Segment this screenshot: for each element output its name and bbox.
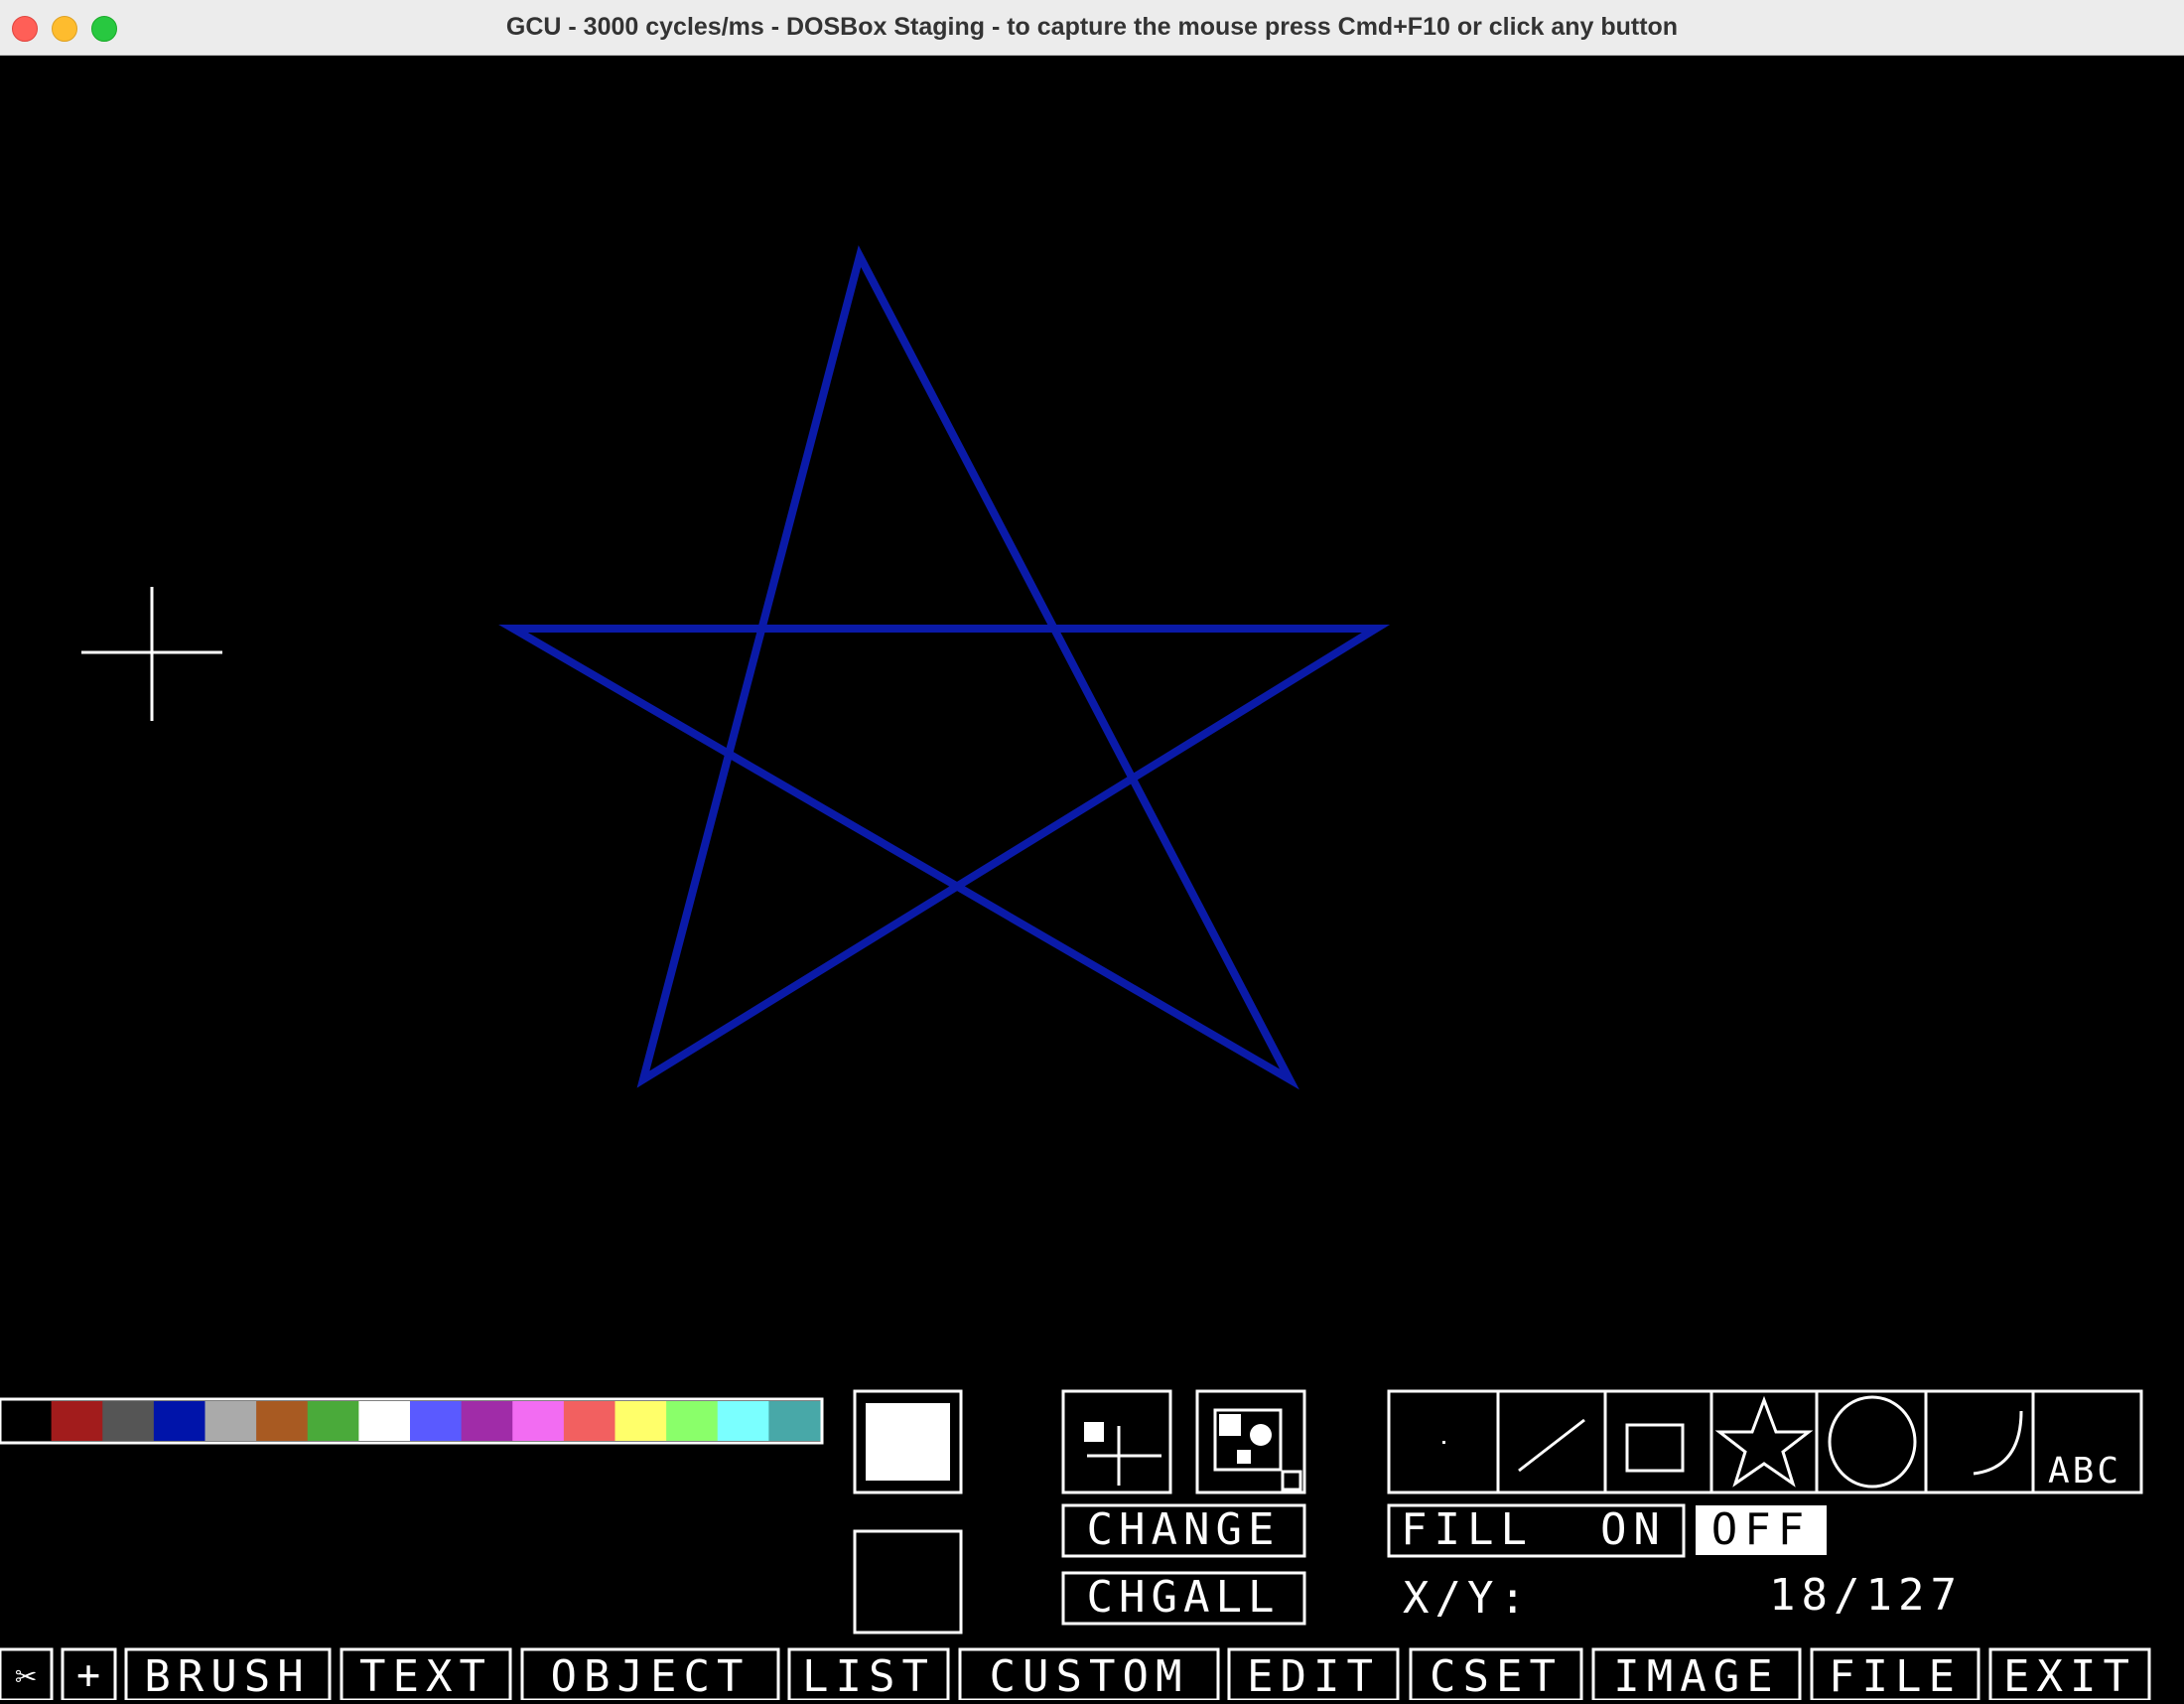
chgall-button-label: CHGALL [1087, 1572, 1281, 1623]
cursor-mode-button[interactable] [1061, 1389, 1172, 1494]
fill-on-label: FILL ON [1401, 1504, 1667, 1555]
palette-swatch[interactable] [614, 1401, 667, 1441]
menu-list-label: LIST [802, 1651, 935, 1700]
menu-plus-button[interactable]: + [61, 1647, 117, 1702]
coords-value: 18/127 [1769, 1570, 1963, 1621]
menu-brush[interactable]: BRUSH [124, 1647, 332, 1702]
palette-swatch[interactable] [51, 1401, 103, 1441]
plus-icon: + [76, 1652, 100, 1698]
palette-swatch[interactable] [512, 1401, 565, 1441]
coords-label: X/Y: [1403, 1573, 1532, 1624]
arc-tool[interactable] [1927, 1392, 2032, 1491]
menu-custom-label: CUSTOM [990, 1651, 1189, 1700]
background-color-indicator[interactable] [853, 1529, 963, 1634]
text-icon: ABC [2048, 1451, 2121, 1491]
shape-tools: ABC [1387, 1389, 2143, 1494]
palette-swatch[interactable] [358, 1401, 411, 1441]
line-tool[interactable] [1499, 1392, 1604, 1491]
menu-cset[interactable]: CSET [1409, 1647, 1583, 1702]
cursor-square-icon [1084, 1422, 1104, 1442]
palette-swatch[interactable] [153, 1401, 206, 1441]
palette-swatch[interactable] [717, 1401, 769, 1441]
menu-brush-label: BRUSH [144, 1651, 310, 1700]
text-tool[interactable]: ABC [2034, 1392, 2140, 1491]
palette-swatch[interactable] [563, 1401, 616, 1441]
dosbox-screen[interactable]: CHANGE CHGALL ABC FILL ON OFF X/Y: 18/12… [0, 56, 2184, 1702]
point-icon [1442, 1441, 1445, 1444]
palette-swatch[interactable] [666, 1401, 719, 1441]
change-button[interactable]: CHANGE [1061, 1503, 1306, 1558]
menu-text[interactable]: TEXT [340, 1647, 512, 1702]
star-tool[interactable] [1712, 1392, 1816, 1491]
palette-swatch[interactable] [102, 1401, 155, 1441]
menu-file-label: FILE [1829, 1651, 1962, 1700]
change-button-label: CHANGE [1087, 1504, 1281, 1555]
title-bar: GCU - 3000 cycles/ms - DOSBox Staging - … [0, 0, 2184, 56]
fill-off-button[interactable]: OFF [1696, 1504, 1827, 1555]
palette-swatch[interactable] [205, 1401, 257, 1441]
drawing-canvas[interactable] [0, 56, 2184, 1386]
palette-swatch[interactable] [0, 1401, 53, 1441]
circle-tool[interactable] [1818, 1392, 1925, 1491]
menu-file[interactable]: FILE [1810, 1647, 1980, 1702]
chgall-button[interactable]: CHGALL [1061, 1571, 1306, 1626]
window-title: GCU - 3000 cycles/ms - DOSBox Staging - … [505, 13, 1679, 41]
palette-swatch[interactable] [461, 1401, 513, 1441]
scissors-icon: ✂ [15, 1656, 37, 1697]
menu-image[interactable]: IMAGE [1591, 1647, 1802, 1702]
menu-cset-label: CSET [1430, 1651, 1563, 1700]
menu-text-label: TEXT [359, 1651, 492, 1700]
foreground-color-swatch[interactable] [866, 1403, 950, 1481]
canvas-background[interactable] [0, 56, 2184, 1386]
menu-scissors-button[interactable]: ✂ [0, 1647, 54, 1702]
menu-list[interactable]: LIST [787, 1647, 950, 1702]
point-tool[interactable] [1390, 1392, 1497, 1491]
fill-on-button[interactable]: FILL ON [1387, 1503, 1686, 1558]
foreground-color-indicator[interactable] [853, 1389, 963, 1494]
palette-swatch[interactable] [768, 1401, 821, 1441]
menu-exit[interactable]: EXIT [1988, 1647, 2151, 1702]
palette-swatch[interactable] [410, 1401, 463, 1441]
menu-custom[interactable]: CUSTOM [958, 1647, 1220, 1702]
fill-off-label: OFF [1711, 1504, 1811, 1555]
rectangle-tool[interactable] [1606, 1392, 1710, 1491]
menu-object[interactable]: OBJECT [520, 1647, 780, 1702]
pattern-button[interactable] [1195, 1389, 1306, 1494]
menu-image-label: IMAGE [1613, 1651, 1779, 1700]
menu-edit[interactable]: EDIT [1227, 1647, 1400, 1702]
palette-swatch[interactable] [307, 1401, 359, 1441]
main-menu-bar: ✂ + BRUSH TEXT OBJECT LIST CUSTOM EDIT C… [0, 1647, 2151, 1702]
color-palette [0, 1397, 824, 1445]
menu-object-label: OBJECT [551, 1651, 751, 1700]
menu-edit-label: EDIT [1247, 1651, 1380, 1700]
menu-exit-label: EXIT [2003, 1651, 2136, 1700]
palette-swatch[interactable] [256, 1401, 309, 1441]
